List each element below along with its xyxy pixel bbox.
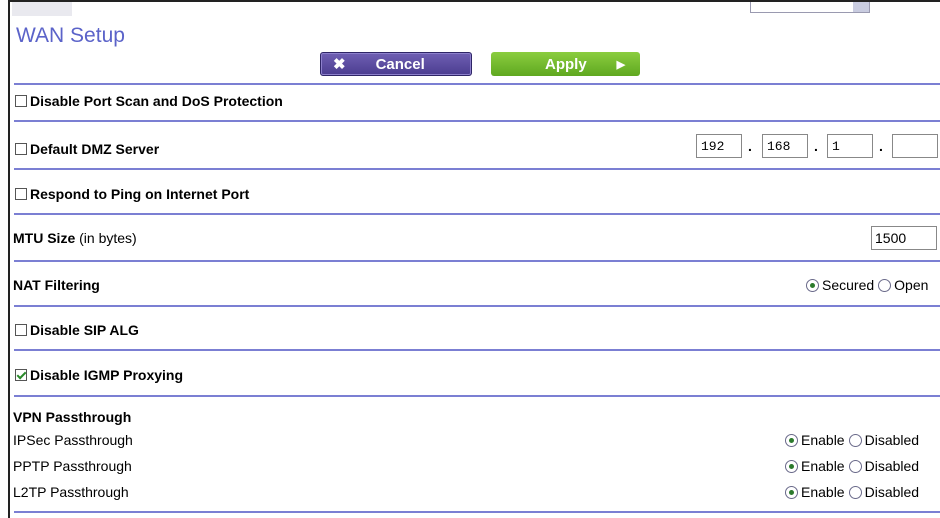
pptp-enable-radio[interactable] [785, 459, 798, 473]
nat-filtering-label-text: NAT Filtering [13, 277, 100, 293]
pptp-enable-label: Enable [801, 458, 845, 474]
ipsec-disabled-label: Disabled [864, 432, 920, 448]
divider [14, 511, 940, 513]
dmz-ip-octet-3[interactable]: 1 [827, 134, 873, 158]
igmp-option[interactable]: Disable IGMP Proxying [15, 367, 183, 383]
divider [14, 120, 940, 122]
nat-filtering-options: Secured Open [806, 277, 932, 293]
ip-separator: . [748, 138, 752, 154]
ping-option[interactable]: Respond to Ping on Internet Port [15, 186, 249, 202]
port-scan-option[interactable]: Disable Port Scan and DoS Protection [15, 93, 283, 109]
l2tp-disabled-option[interactable]: Disabled [848, 484, 920, 500]
mtu-unit: (in bytes) [79, 230, 137, 246]
l2tp-enable-radio[interactable] [785, 485, 798, 499]
pptp-disabled-option[interactable]: Disabled [848, 458, 920, 474]
vpn-heading-text: VPN Passthrough [13, 409, 132, 425]
ping-label: Respond to Ping on Internet Port [30, 186, 250, 202]
arrow-right-icon: ▶ [616, 58, 626, 71]
l2tp-disabled-radio[interactable] [848, 485, 862, 499]
l2tp-label: L2TP Passthrough [13, 484, 129, 500]
l2tp-enable-option[interactable]: Enable [785, 484, 845, 500]
mtu-label: MTU Size (in bytes) [13, 230, 137, 246]
l2tp-enable-label: Enable [801, 484, 845, 500]
mtu-label-text: MTU Size [13, 230, 76, 246]
page-title: WAN Setup [16, 24, 125, 47]
dmz-option[interactable]: Default DMZ Server [15, 141, 159, 157]
apply-button-label: Apply [545, 55, 587, 73]
top-dropdown[interactable] [750, 2, 870, 13]
ip-separator: . [879, 138, 883, 154]
ipsec-disabled-option[interactable]: Disabled [848, 432, 920, 448]
divider [14, 349, 940, 351]
ipsec-enable-radio[interactable] [785, 433, 798, 447]
sip-label: Disable SIP ALG [30, 322, 139, 338]
pptp-enable-option[interactable]: Enable [785, 458, 845, 474]
igmp-checkbox[interactable] [15, 369, 27, 381]
nat-open-option[interactable]: Open [878, 277, 928, 293]
ipsec-label: IPSec Passthrough [13, 432, 133, 448]
vpn-heading: VPN Passthrough [13, 409, 131, 425]
pptp-disabled-label: Disabled [864, 458, 920, 474]
ipsec-disabled-radio[interactable] [848, 433, 862, 447]
top-tab [12, 2, 72, 16]
divider [14, 168, 940, 170]
dmz-ip-octet-2[interactable]: 168 [762, 134, 808, 158]
divider [14, 83, 940, 85]
dropdown-arrow-icon[interactable] [853, 2, 869, 12]
cancel-button-label: Cancel [375, 55, 425, 73]
nat-secured-label: Secured [822, 277, 875, 293]
pptp-label: PPTP Passthrough [13, 458, 132, 474]
ipsec-enable-label: Enable [801, 432, 845, 448]
nat-open-radio[interactable] [878, 278, 892, 292]
port-scan-checkbox[interactable] [15, 95, 27, 107]
nat-secured-option[interactable]: Secured [806, 277, 874, 293]
cancel-button[interactable]: ✖ Cancel [320, 52, 472, 76]
divider [14, 260, 940, 262]
dmz-ip-octet-4[interactable] [892, 134, 938, 158]
dmz-checkbox[interactable] [15, 143, 27, 155]
ipsec-options: Enable Disabled [785, 432, 923, 448]
igmp-label: Disable IGMP Proxying [30, 367, 184, 383]
nat-open-label: Open [894, 277, 929, 293]
divider [14, 395, 940, 397]
nat-filtering-label: NAT Filtering [13, 277, 100, 293]
l2tp-disabled-label: Disabled [864, 484, 920, 500]
port-scan-label: Disable Port Scan and DoS Protection [30, 93, 283, 109]
sip-option[interactable]: Disable SIP ALG [15, 322, 139, 338]
dmz-label: Default DMZ Server [30, 141, 160, 157]
pptp-disabled-radio[interactable] [848, 459, 862, 473]
divider [14, 305, 940, 307]
mtu-input[interactable]: 1500 [871, 226, 937, 250]
ip-separator: . [814, 138, 818, 154]
divider [14, 213, 940, 215]
nat-secured-radio[interactable] [806, 278, 819, 292]
dmz-ip-octet-1[interactable]: 192 [696, 134, 742, 158]
apply-button[interactable]: Apply ▶ [491, 52, 640, 76]
sip-checkbox[interactable] [15, 324, 27, 336]
ping-checkbox[interactable] [15, 188, 27, 200]
pptp-options: Enable Disabled [785, 458, 923, 474]
ipsec-enable-option[interactable]: Enable [785, 432, 845, 448]
close-icon: ✖ [333, 56, 346, 73]
l2tp-options: Enable Disabled [785, 484, 923, 500]
